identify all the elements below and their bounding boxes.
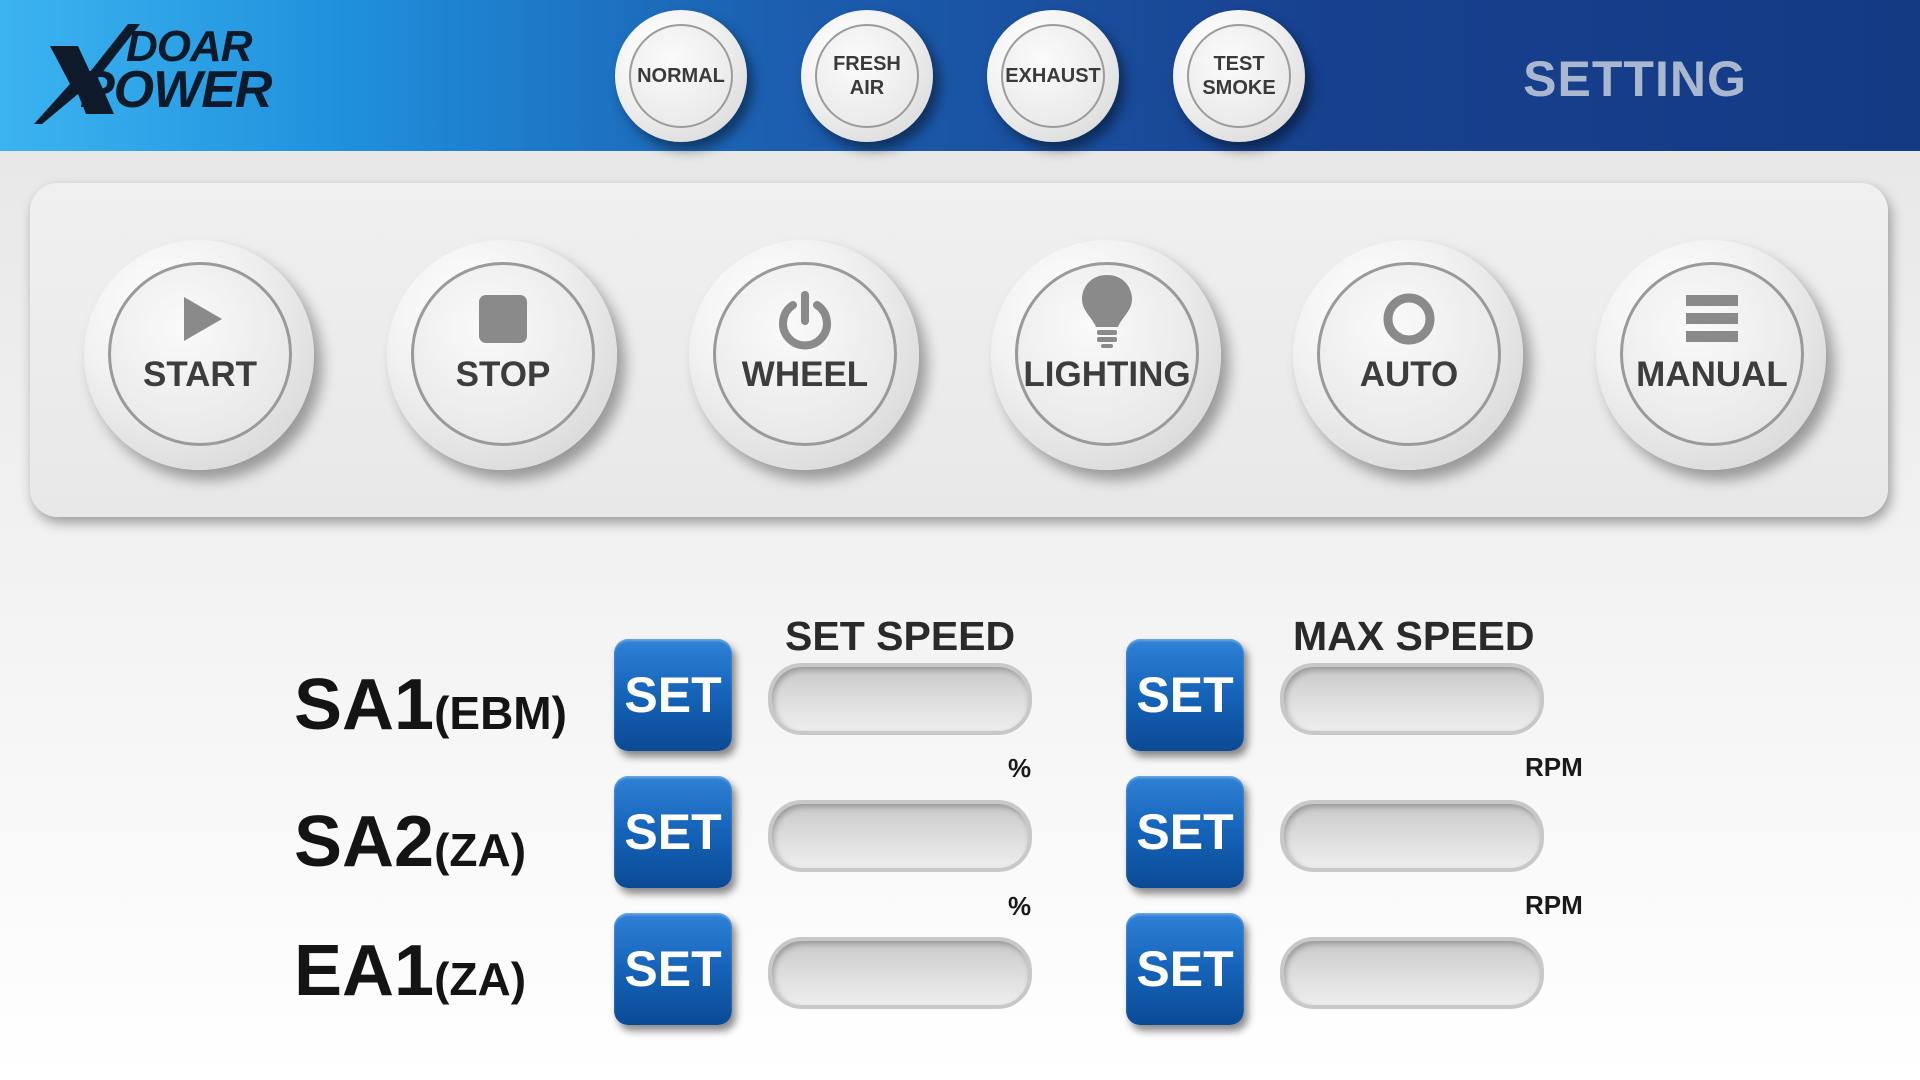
ea1-max-speed-set-button[interactable]: SET: [1126, 913, 1244, 1025]
fan-label-sa2: SA2(ZA): [294, 801, 526, 883]
sa1-set-speed-field[interactable]: [768, 663, 1032, 735]
doar-power-logo: DOAR POWER: [28, 18, 288, 130]
play-icon: [111, 291, 289, 347]
wheel-label: WHEEL: [741, 355, 869, 394]
mode-test-smoke-button[interactable]: TEST SMOKE: [1173, 10, 1305, 142]
logo-line2: POWER: [80, 61, 272, 119]
sa1-max-speed-set-button[interactable]: SET: [1126, 639, 1244, 751]
fan-name: SA2: [294, 802, 435, 882]
sa2-set-speed-field[interactable]: [768, 800, 1032, 872]
mode-label: NORMAL: [637, 65, 725, 87]
sa2-max-speed-set-button[interactable]: SET: [1126, 776, 1244, 888]
ea1-max-speed-field[interactable]: [1280, 937, 1544, 1009]
fan-label-ea1: EA1(ZA): [294, 930, 526, 1012]
ea1-set-speed-field[interactable]: [768, 937, 1032, 1009]
mode-label: EXHAUST: [1005, 65, 1101, 87]
sa1-set-speed-unit: %: [1008, 753, 1032, 783]
power-icon: [716, 291, 894, 350]
stop-icon: [414, 291, 592, 347]
set-speed-header: SET SPEED: [785, 613, 1016, 659]
sa2-max-speed-field[interactable]: [1280, 800, 1544, 872]
lighting-button[interactable]: LIGHTING: [991, 240, 1221, 470]
sa2-max-speed-unit: RPM: [1525, 890, 1583, 920]
mode-exhaust-button[interactable]: EXHAUST: [987, 10, 1119, 142]
stop-button[interactable]: STOP: [387, 240, 617, 470]
sa1-set-speed-set-button[interactable]: SET: [614, 639, 732, 751]
fan-model: (EBM): [434, 687, 567, 739]
top-bar: DOAR POWER NORMAL FRESH AIR EXHAUST TEST…: [0, 0, 1920, 151]
start-button[interactable]: START: [84, 240, 314, 470]
mode-label: TEST SMOKE: [1202, 53, 1276, 99]
start-label: START: [142, 355, 258, 394]
mode-fresh-air-button[interactable]: FRESH AIR: [801, 10, 933, 142]
mode-label: FRESH AIR: [833, 53, 901, 99]
lighting-label: LIGHTING: [1023, 355, 1191, 394]
sa2-set-speed-set-button[interactable]: SET: [614, 776, 732, 888]
auto-label: AUTO: [1359, 355, 1459, 394]
ea1-set-speed-set-button[interactable]: SET: [614, 913, 732, 1025]
max-speed-header: MAX SPEED: [1293, 613, 1535, 659]
fan-label-sa1: SA1(EBM): [294, 664, 567, 746]
wheel-button[interactable]: WHEEL: [689, 240, 919, 470]
sa1-max-speed-field[interactable]: [1280, 663, 1544, 735]
sa2-set-speed-unit: %: [1008, 891, 1032, 921]
fan-model: (ZA): [434, 824, 527, 876]
auto-button[interactable]: AUTO: [1293, 240, 1523, 470]
stop-label: STOP: [455, 355, 551, 394]
fan-name: EA1: [294, 931, 435, 1011]
fan-model: (ZA): [434, 953, 527, 1005]
fan-name: SA1: [294, 665, 435, 745]
mode-normal-button[interactable]: NORMAL: [615, 10, 747, 142]
sa1-max-speed-unit: RPM: [1525, 752, 1583, 782]
manual-button[interactable]: MANUAL: [1596, 240, 1826, 470]
ring-icon: [1320, 291, 1498, 347]
menu-lines-icon: [1623, 291, 1801, 347]
light-bulb-icon: [1018, 273, 1196, 349]
manual-label: MANUAL: [1636, 355, 1788, 394]
page-title[interactable]: SETTING: [1500, 50, 1770, 108]
